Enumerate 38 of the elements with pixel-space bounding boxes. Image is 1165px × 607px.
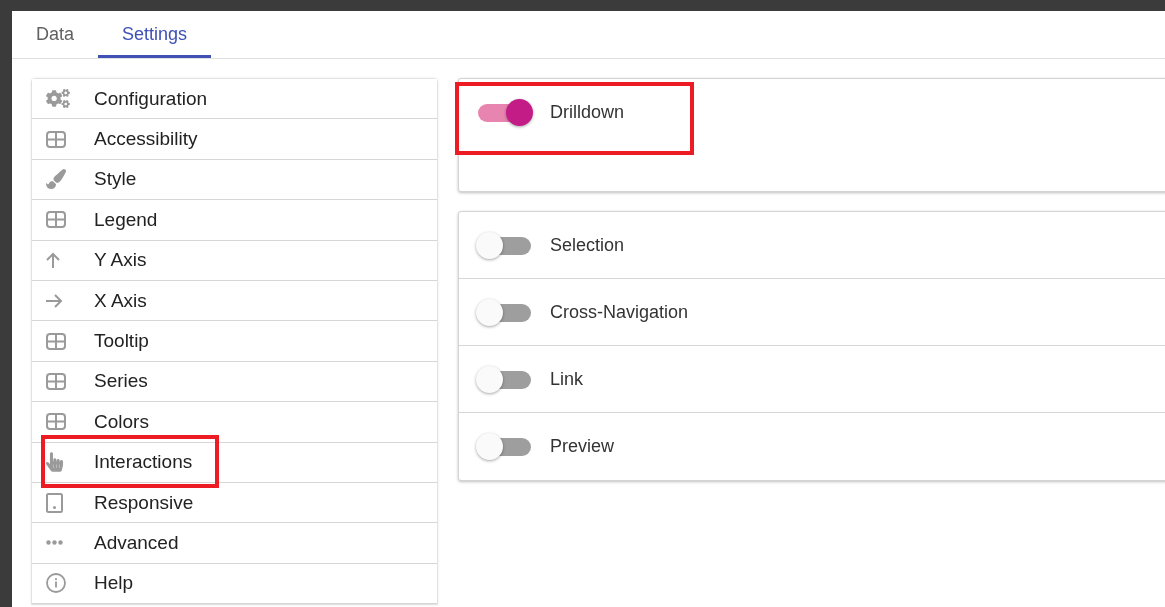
- gears-icon: [46, 89, 70, 109]
- grid-icon: [46, 332, 66, 350]
- dots-icon: [46, 540, 63, 546]
- toggle-switch[interactable]: [476, 433, 533, 460]
- info-icon: [46, 573, 66, 594]
- setting-label: Selection: [550, 234, 625, 256]
- sidebar-item[interactable]: Colors: [32, 402, 437, 443]
- tab[interactable]: Data: [12, 11, 99, 58]
- sidebar-item[interactable]: Configuration: [32, 79, 437, 120]
- setting-label: Cross-Navigation: [550, 301, 689, 323]
- grid-icon: [46, 413, 66, 431]
- sidebar-item[interactable]: Help: [32, 563, 437, 605]
- arrow-up-icon: [46, 252, 60, 269]
- sidebar-item[interactable]: Style: [32, 159, 437, 201]
- arrow-right-icon: [46, 293, 63, 308]
- grid-icon: [46, 211, 66, 229]
- sidebar-item[interactable]: Tooltip: [32, 321, 437, 362]
- tablet-icon: [46, 492, 63, 513]
- toggle-switch[interactable]: [476, 99, 533, 126]
- brush-icon: [46, 169, 66, 190]
- toggle-switch[interactable]: [476, 231, 533, 259]
- sidebar-item[interactable]: Accessibility: [32, 119, 437, 160]
- sidebar-item[interactable]: Advanced: [32, 523, 437, 564]
- setting-label: Drilldown: [550, 102, 625, 123]
- sidebar-item[interactable]: X Axis: [32, 280, 437, 322]
- sidebar-item[interactable]: Legend: [32, 200, 437, 241]
- hand-pointer-icon: [46, 452, 63, 473]
- grid-icon: [46, 372, 66, 390]
- sidebar-item[interactable]: Y Axis: [32, 240, 437, 281]
- setting-label: Link: [550, 368, 584, 390]
- sidebar-item[interactable]: Interactions: [32, 442, 437, 483]
- toggle-switch[interactable]: [476, 365, 533, 393]
- tab[interactable]: Settings: [98, 11, 212, 58]
- grid-icon: [46, 130, 66, 148]
- sidebar-item[interactable]: Responsive: [32, 482, 437, 524]
- toggle-switch[interactable]: [476, 298, 533, 326]
- sidebar-item[interactable]: Series: [32, 361, 437, 403]
- setting-label: Preview: [550, 436, 615, 457]
